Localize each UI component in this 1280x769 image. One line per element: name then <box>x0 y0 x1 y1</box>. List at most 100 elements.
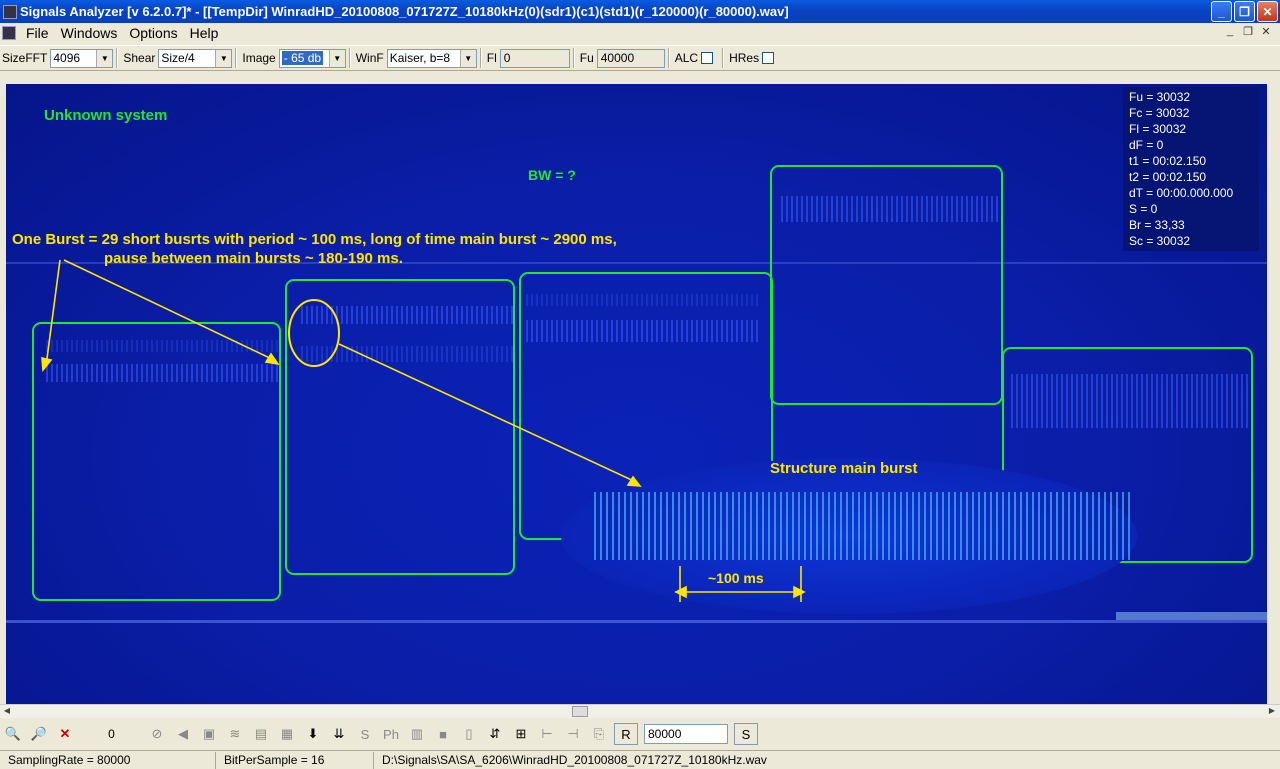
menu-bar: File Windows Options Help _ ❐ ✕ <box>0 23 1280 43</box>
menu-file[interactable]: File <box>20 25 55 41</box>
grid-icon[interactable]: ▦ <box>276 723 298 745</box>
frame-icon[interactable]: ▣ <box>198 723 220 745</box>
burst-band <box>526 320 758 342</box>
stop-icon[interactable]: ⊘ <box>146 723 168 745</box>
parameters-toolbar: SizeFFT 4096 ▼ Shear Size/4 ▼ Image - 65… <box>0 45 1280 71</box>
status-bar: SamplingRate = 80000 BitPerSample = 16 D… <box>0 750 1280 769</box>
toolbar-separator <box>235 48 238 68</box>
mdi-minimize-button[interactable]: _ <box>1222 25 1238 39</box>
freq-time-icon[interactable]: ⇵ <box>484 723 506 745</box>
chevron-down-icon[interactable]: ▼ <box>459 49 476 67</box>
sizefft-select[interactable]: 4096 ▼ <box>50 48 114 68</box>
hres-label: HRes <box>729 51 760 65</box>
unknown-system-label: Unknown system <box>44 107 168 124</box>
rate-input[interactable]: 80000 <box>644 724 728 744</box>
maximize-button[interactable]: ❐ <box>1234 1 1255 22</box>
menu-options[interactable]: Options <box>123 25 183 41</box>
alc-label: ALC <box>674 51 699 65</box>
iq-icon[interactable]: ⊞ <box>510 723 532 745</box>
chevron-down-icon[interactable]: ▼ <box>215 49 232 67</box>
menu-windows[interactable]: Windows <box>55 25 124 41</box>
tools-toolbar: 🔍 🔎 ✕ 0 ⊘ ◀ ▣ ≋ ▤ ▦ ⬇ ⇊ S Ph ▥ ■ ▯ ⇵ ⊞ ⊢… <box>0 720 1280 748</box>
export-icon[interactable]: ⎘ <box>588 723 610 745</box>
fl-label: Fl <box>486 51 497 65</box>
branch-icon[interactable]: ⊣ <box>562 723 584 745</box>
ph-icon[interactable]: Ph <box>380 723 402 745</box>
sampling-rate-status: SamplingRate = 80000 <box>0 751 216 769</box>
marker-down-icon[interactable]: ⬇ <box>302 723 324 745</box>
scroll-right-icon[interactable]: ▶ <box>1266 706 1278 717</box>
toolbar-separator <box>722 48 725 68</box>
scroll-left-icon[interactable]: ◀ <box>1 706 13 717</box>
sound-icon[interactable]: ◀ <box>172 723 194 745</box>
menu-help[interactable]: Help <box>184 25 225 41</box>
image-db-select[interactable]: - 65 db ▼ <box>278 48 346 68</box>
app-icon[interactable] <box>3 4 17 19</box>
delete-icon[interactable]: ✕ <box>54 723 76 745</box>
readout-fl: Fl = 30032 <box>1129 122 1187 136</box>
hres-checkbox[interactable] <box>762 52 775 64</box>
burst-band <box>1010 374 1252 428</box>
winf-label: WinF <box>355 51 384 65</box>
zoom-out-icon[interactable]: 🔎 <box>28 723 50 745</box>
counter-display: 0 <box>80 724 140 744</box>
toolbar-separator <box>572 48 575 68</box>
chevron-down-icon[interactable]: ▼ <box>96 49 113 67</box>
period-label: ~100 ms <box>708 570 764 586</box>
minimize-button[interactable]: _ <box>1211 1 1232 22</box>
shear-label: Shear <box>123 51 156 65</box>
spectrogram-view[interactable]: Unknown system BW = ? One Burst = 29 sho… <box>6 84 1267 704</box>
bars-icon[interactable]: ▥ <box>406 723 428 745</box>
st-icon[interactable]: S <box>354 723 376 745</box>
tree-icon[interactable]: ⊢ <box>536 723 558 745</box>
signal-line <box>6 620 1267 623</box>
readout-s: S = 0 <box>1129 202 1158 216</box>
burst-band <box>298 346 516 362</box>
waterfall-icon[interactable]: ≋ <box>224 723 246 745</box>
zoom-in-icon[interactable]: 🔍 <box>2 723 24 745</box>
alc-checkbox[interactable] <box>701 52 714 64</box>
signals-analyzer-window: Signals Analyzer [v 6.2.0.7]* - [[TempDi… <box>0 0 1280 769</box>
chevron-down-icon[interactable]: ▼ <box>328 49 345 67</box>
toolbar-separator <box>667 48 670 68</box>
block-icon[interactable]: ■ <box>432 723 454 745</box>
signal-line <box>1116 612 1267 620</box>
window-function-select[interactable]: Kaiser, b=8 ▼ <box>386 48 477 68</box>
toolbar-separator <box>348 48 351 68</box>
window-title: Signals Analyzer [v 6.2.0.7]* - [[TempDi… <box>20 4 789 19</box>
title-bar: Signals Analyzer [v 6.2.0.7]* - [[TempDi… <box>0 0 1280 23</box>
burst-description-line2: pause between main bursts ~ 180-190 ms. <box>104 250 403 267</box>
burst-band <box>526 294 758 306</box>
s-button[interactable]: S <box>734 723 758 745</box>
fl-input[interactable]: 0 <box>499 48 570 68</box>
burst-description-line1: One Burst = 29 short busrts with period … <box>12 231 617 248</box>
horizontal-scrollbar[interactable]: ◀ ▶ <box>0 704 1280 718</box>
scrollbar-thumb[interactable] <box>572 706 588 717</box>
document-icon[interactable] <box>2 26 16 40</box>
readout-br: Br = 33,33 <box>1129 218 1185 232</box>
fu-input[interactable]: 40000 <box>596 48 665 68</box>
close-button[interactable]: ✕ <box>1257 1 1278 22</box>
arrow-head <box>264 352 280 366</box>
r-button[interactable]: R <box>614 723 638 745</box>
mdi-close-button[interactable]: ✕ <box>1258 25 1274 39</box>
multi-marker-icon[interactable]: ⇊ <box>328 723 350 745</box>
readout-fu: Fu = 30032 <box>1129 90 1191 104</box>
readout-sc: Sc = 30032 <box>1129 234 1191 248</box>
sizefft-label: SizeFFT <box>2 51 48 65</box>
toolbar-separator <box>116 48 119 68</box>
mdi-restore-button[interactable]: ❐ <box>1240 25 1256 39</box>
bits-status: BitPerSample = 16 <box>216 751 374 769</box>
readout-t1: t1 = 00:02.150 <box>1129 154 1207 168</box>
toolbar-separator <box>479 48 482 68</box>
readout-t2: t2 = 00:02.150 <box>1129 170 1207 184</box>
spectrogram-overlay <box>6 165 1267 623</box>
burst-band <box>778 196 1006 222</box>
document-tool-icon[interactable]: ▤ <box>250 723 272 745</box>
columns-icon[interactable]: ▯ <box>458 723 480 745</box>
burst-box <box>285 279 515 575</box>
burst-band <box>46 364 278 382</box>
image-label: Image <box>242 51 276 65</box>
arrow-line <box>338 343 637 483</box>
shear-select[interactable]: Size/4 ▼ <box>158 48 233 68</box>
